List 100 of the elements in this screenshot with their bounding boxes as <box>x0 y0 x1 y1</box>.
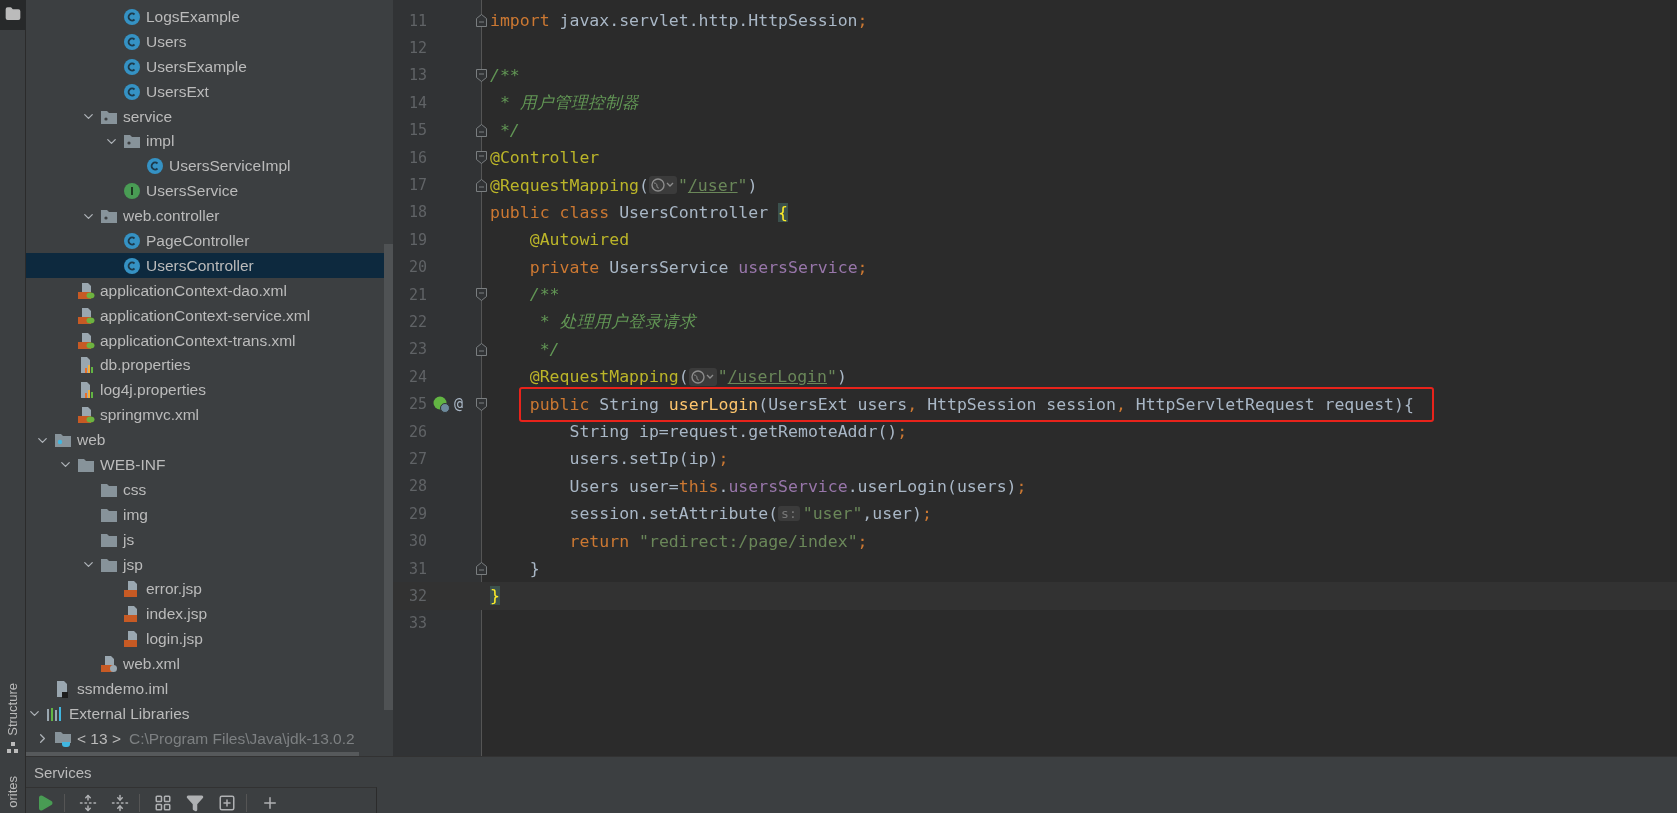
tree-item[interactable]: Users <box>26 29 384 55</box>
class-icon <box>123 256 141 275</box>
toolbar-button[interactable] <box>186 794 204 812</box>
code-token: "redirect:/page/index" <box>639 531 858 551</box>
url-link[interactable]: /user <box>687 175 738 195</box>
grid-icon <box>154 794 172 812</box>
fold-icon[interactable] <box>475 288 487 302</box>
code-token: ; <box>857 257 868 277</box>
toolbar-button[interactable] <box>218 794 247 812</box>
url-inlay-icon[interactable] <box>688 367 717 386</box>
toolbar-button[interactable] <box>36 794 65 812</box>
web-xml-file-icon <box>100 655 118 674</box>
code-token: HttpServletRequest request){ <box>1135 394 1414 414</box>
bean-icon[interactable] <box>433 395 450 413</box>
fold-icon[interactable] <box>475 397 487 411</box>
tree-item[interactable]: PageController <box>26 228 384 254</box>
code-token: this <box>678 476 719 496</box>
plus-icon <box>261 794 279 812</box>
code-token: ; <box>897 422 908 442</box>
spring-xml-file-icon <box>77 281 95 300</box>
package-folder-icon <box>100 208 118 225</box>
url-inlay-icon[interactable] <box>648 176 677 195</box>
tree-item[interactable]: index.jsp <box>26 601 384 627</box>
code-token: ; <box>857 531 868 551</box>
fold-end-icon[interactable] <box>475 178 487 192</box>
code-token: import <box>490 11 550 31</box>
doc-comment: * 处理用户登录请求 <box>538 311 696 333</box>
tree-item[interactable]: < 13 > C:\Program Files\Java\jdk-13.0.2 <box>26 726 384 752</box>
tree-item[interactable]: log4j.properties <box>26 377 384 403</box>
class-icon <box>123 57 141 76</box>
code-token: usersService <box>738 257 858 277</box>
code-token: session.setAttribute( <box>569 504 779 524</box>
fold-end-icon[interactable] <box>475 562 487 575</box>
tree-item[interactable]: service <box>26 104 384 129</box>
code-token: javax.servlet.http.HttpSession <box>558 11 858 31</box>
interface-icon <box>123 182 141 201</box>
code-token: @RequestMapping <box>529 367 679 387</box>
tree-item[interactable]: UsersController <box>26 253 384 279</box>
gutter-mark[interactable]: @ <box>454 395 464 414</box>
class-icon <box>123 82 141 101</box>
tree-item[interactable]: applicationContext-trans.xml <box>26 328 384 353</box>
code-token: String <box>599 394 660 414</box>
doc-comment: */ <box>498 120 520 140</box>
tree-item[interactable]: UsersExample <box>26 54 384 80</box>
tree-item[interactable]: js <box>26 527 384 553</box>
tree-item[interactable]: css <box>26 477 384 503</box>
code-token: " <box>677 175 688 195</box>
tree-item[interactable]: web.xml <box>26 651 384 677</box>
web-folder-icon <box>54 432 72 449</box>
code-token: ; <box>718 449 729 469</box>
code-token: " <box>717 367 728 387</box>
tree-item[interactable]: LogsExample <box>26 4 384 30</box>
vertical-scrollbar[interactable] <box>384 244 393 710</box>
code-token: usersService <box>728 476 848 496</box>
code-token: . <box>718 476 729 496</box>
tree-item[interactable]: applicationContext-service.xml <box>26 303 384 329</box>
doc-comment: */ <box>538 339 560 359</box>
code-token: HttpSession session <box>927 394 1116 414</box>
fold-icon[interactable] <box>475 68 487 82</box>
toolbar-button[interactable] <box>79 794 97 812</box>
tree-item[interactable]: UsersExt <box>26 79 384 105</box>
toolbar-button[interactable] <box>111 794 140 812</box>
tree-item[interactable]: db.properties <box>26 352 384 378</box>
collapse-all-icon <box>111 794 129 812</box>
fold-end-icon[interactable] <box>475 342 487 356</box>
code-token: UsersController <box>619 202 770 222</box>
tree-item[interactable]: error.jsp <box>26 577 384 602</box>
url-link[interactable]: /userLogin <box>727 367 827 387</box>
tree-item[interactable]: applicationContext-dao.xml <box>26 278 384 304</box>
code-token: " <box>826 367 837 387</box>
fold-end-icon[interactable] <box>475 14 487 28</box>
tree-item[interactable]: jsp <box>26 552 384 577</box>
fold-icon[interactable] <box>475 151 487 165</box>
tree-item[interactable]: web.controller <box>26 203 384 229</box>
tree-item[interactable]: web <box>26 427 384 453</box>
toolbar-button[interactable] <box>261 794 279 812</box>
folder-icon <box>77 456 95 473</box>
tree-item[interactable]: img <box>26 502 384 528</box>
code-token: private <box>529 257 601 277</box>
tool-window-button[interactable] <box>0 0 26 30</box>
code-token: } <box>490 586 500 606</box>
tree-item[interactable]: WEB-INF <box>26 452 384 478</box>
code-token: ; <box>1016 476 1027 496</box>
spring-xml-file-icon <box>77 406 95 425</box>
tool-window-button[interactable]: orites <box>0 770 26 813</box>
tree-item[interactable]: ssmdemo.iml <box>26 676 384 702</box>
code-token: userLogin <box>668 394 759 414</box>
fold-end-icon[interactable] <box>475 123 487 137</box>
code-token: public <box>529 394 591 414</box>
code-token: " <box>737 175 748 195</box>
toolbar-button[interactable] <box>154 794 172 812</box>
tree-item[interactable]: impl <box>26 128 384 154</box>
tree-item[interactable]: UsersServiceImpl <box>26 153 384 179</box>
doc-comment: /** <box>529 285 560 305</box>
tree-item[interactable]: UsersService <box>26 178 384 204</box>
tool-window-button[interactable]: Structure <box>0 677 26 761</box>
tree-item[interactable]: External Libraries <box>26 701 384 727</box>
tree-item[interactable]: springmvc.xml <box>26 402 384 428</box>
tree-item[interactable]: login.jsp <box>26 626 384 652</box>
code-token: String ip=request.getRemoteAddr() <box>569 422 898 442</box>
